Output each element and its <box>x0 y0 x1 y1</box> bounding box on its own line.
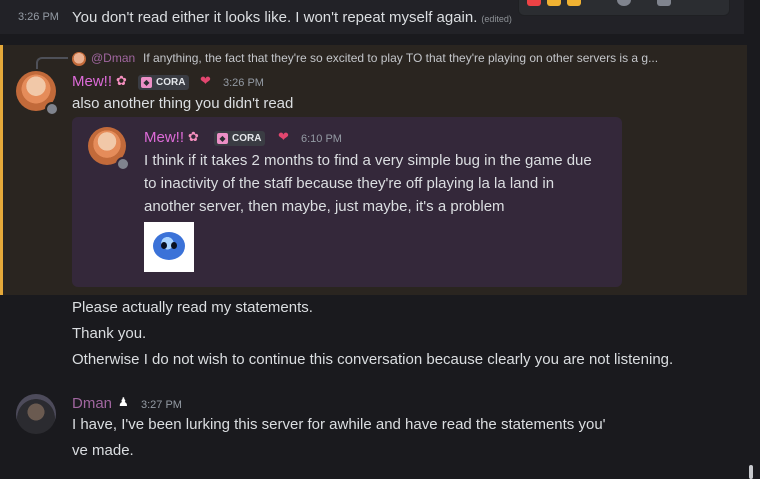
followup-line: Otherwise I do not wish to continue this… <box>72 351 674 368</box>
thumbs-up-icon[interactable] <box>547 0 561 6</box>
more-options-icon[interactable] <box>657 0 671 6</box>
reaction-icon[interactable] <box>527 0 541 6</box>
quoted-timestamp: 6:10 PM <box>301 133 342 145</box>
reply-preview-text[interactable]: If anything, the fact that they're so ex… <box>143 51 658 65</box>
message-toolbar[interactable] <box>518 0 730 16</box>
username[interactable]: Mew!! <box>72 73 112 90</box>
followup-line: Thank you. <box>72 325 147 342</box>
scrollbar-thumb[interactable] <box>749 465 753 479</box>
message-timestamp: 3:26 PM <box>223 77 264 89</box>
cherry-blossom-icon: ✿ <box>116 73 127 88</box>
heart-icon: ❤ <box>200 73 211 88</box>
pointing-icon[interactable] <box>567 0 581 6</box>
blob-eye <box>161 242 167 249</box>
cat-icon: ◆ <box>217 133 228 144</box>
blue-blob-emoji-icon[interactable] <box>144 222 194 272</box>
message-text: I have, I've been lurking this server fo… <box>72 416 606 433</box>
heart-icon: ❤ <box>278 129 289 144</box>
clan-tag[interactable]: ◆ CORA <box>214 131 266 146</box>
message-timestamp: 3:27 PM <box>141 399 182 411</box>
add-reaction-icon[interactable] <box>617 0 631 6</box>
top-message-row[interactable]: 3:26 PM You don't read either it looks l… <box>0 0 744 34</box>
cherry-blossom-icon: ✿ <box>188 129 199 144</box>
status-indicator <box>45 102 59 116</box>
blob-shape <box>153 232 185 260</box>
avatar[interactable] <box>16 394 56 434</box>
reply-author[interactable]: @Dman <box>91 51 135 65</box>
clan-tag[interactable]: ◆ CORA <box>138 75 190 90</box>
edited-label: (edited) <box>481 14 512 24</box>
quoted-text: I think if it takes 2 months to find a v… <box>144 152 592 215</box>
reply-spine <box>36 57 68 69</box>
quoted-message-embed[interactable]: Mew!! ✿ ◆ CORA ❤ 6:10 PM I think if it ta… <box>72 117 622 287</box>
message-text: also another thing you didn't read <box>72 95 294 112</box>
message-text: You don't read either it looks like. I w… <box>72 9 512 26</box>
cat-icon: ◆ <box>141 77 152 88</box>
reply-avatar[interactable] <box>72 52 86 66</box>
penguin-icon: ♟ <box>118 395 129 409</box>
quoted-username[interactable]: Mew!! <box>144 129 184 146</box>
message-text: ve made. <box>72 442 134 459</box>
blob-eye <box>171 242 177 249</box>
message-timestamp: 3:26 PM <box>18 11 59 23</box>
username[interactable]: Dman <box>72 395 112 412</box>
followup-line: Please actually read my statements. <box>72 299 313 316</box>
status-indicator <box>116 157 130 171</box>
